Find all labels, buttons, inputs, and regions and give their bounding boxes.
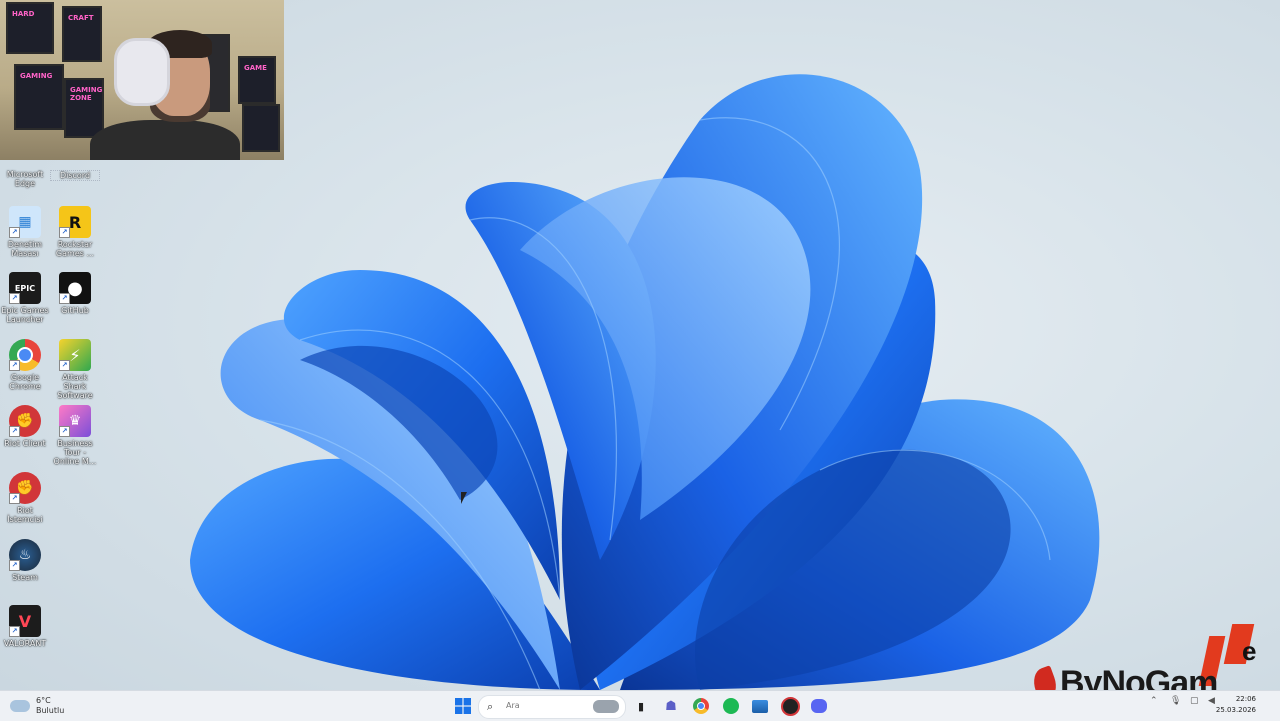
chrome-icon: ↗ — [9, 339, 41, 371]
search-icon: ⌕ — [487, 700, 494, 713]
clock-date: 25.03.2026 — [1215, 706, 1256, 714]
desktop-icon-label: Microsoft Edge — [6, 170, 44, 188]
taskbar-search[interactable]: ⌕ Ara — [478, 695, 626, 719]
network-icon[interactable]: ▢ — [1190, 696, 1199, 706]
riot-client-icon: ✊ ↗ — [9, 472, 41, 504]
webcam-overlay: HARD GAMING CRAFT GAMING ZONE GAME — [0, 0, 284, 160]
weather-widget[interactable]: 6°C Bulutlu — [10, 694, 64, 718]
desktop-icon-steam[interactable]: ♨ ↗ Steam — [0, 539, 50, 582]
poster-text: GAME — [244, 64, 267, 72]
desktop-icon-label: Riot İstemcisi — [7, 506, 43, 524]
shortcut-arrow-icon: ↗ — [9, 293, 20, 304]
epic-games-icon: EPIC ↗ — [9, 272, 41, 304]
poster — [242, 104, 280, 152]
poster-text: CRAFT — [68, 14, 94, 22]
attack-shark-icon: ⚡ ↗ — [59, 339, 91, 371]
windows-icon — [455, 698, 471, 714]
desktop-icon-discord[interactable]: Discord — [50, 150, 100, 181]
desktop-icon-label: Rockstar Games ... — [55, 240, 95, 258]
shortcut-arrow-icon: ↗ — [9, 426, 20, 437]
clock-time: 22:06 — [1235, 695, 1256, 703]
shortcut-arrow-icon: ↗ — [9, 626, 20, 637]
shortcut-arrow-icon: ↗ — [9, 360, 20, 371]
desktop-icon-business-tour[interactable]: ♛ ↗ Business Tour - Online M... — [50, 405, 100, 466]
volume-icon[interactable]: ◀ — [1208, 696, 1215, 706]
desktop-icon-attack-shark[interactable]: ⚡ ↗ Attack Shark Software — [50, 339, 100, 400]
control-panel-icon: ▦ ↗ — [9, 206, 41, 238]
poster: GAMING ZONE — [64, 78, 104, 138]
steam-icon: ♨ ↗ — [9, 539, 41, 571]
shortcut-arrow-icon: ↗ — [59, 227, 70, 238]
desktop-icon-google-chrome[interactable]: ↗ Google Chrome — [0, 339, 50, 391]
desktop-icon-microsoft-edge[interactable]: Microsoft Edge — [0, 150, 50, 188]
desktop-icon-label: Denetim Masası — [7, 240, 43, 258]
mouse-cursor — [461, 492, 467, 504]
desktop-icon-riot-client[interactable]: ✊ ↗ Riot Client — [0, 405, 50, 448]
desktop-icon-riot-istemcisi[interactable]: ✊ ↗ Riot İstemcisi — [0, 472, 50, 524]
desktop-icon-label: Riot Client — [4, 439, 46, 448]
search-placeholder: Ara — [506, 701, 520, 710]
weather-temperature: 6°C — [36, 696, 51, 705]
desktop-icon-epic-games[interactable]: EPIC ↗ Epic Games Launcher — [0, 272, 50, 324]
discord-taskbar-icon[interactable] — [809, 696, 829, 716]
task-view-button[interactable]: ▮ — [631, 696, 651, 716]
poster: GAMING — [14, 64, 64, 130]
teams-taskbar-icon[interactable]: ☗ — [661, 696, 681, 716]
cloud-icon — [10, 700, 30, 712]
tray-overflow-chevron-icon[interactable]: ⌃ — [1150, 696, 1158, 706]
poster: HARD — [6, 2, 54, 54]
riot-client-icon: ✊ ↗ — [9, 405, 41, 437]
shortcut-arrow-icon: ↗ — [59, 360, 70, 371]
shortcut-arrow-icon: ↗ — [9, 493, 20, 504]
weather-description: Bulutlu — [36, 706, 65, 715]
photos-taskbar-icon[interactable] — [750, 696, 770, 716]
desktop-icon-label: Business Tour - Online M... — [53, 439, 97, 466]
desktop-icon-label: Discord — [50, 170, 100, 181]
desktop-icon-label: VALORANT — [3, 639, 47, 648]
discord-icon — [59, 150, 91, 168]
desktop-icon-github[interactable]: ● ↗ GitHub — [50, 272, 100, 315]
microphone-icon[interactable]: 🎙 — [1170, 696, 1181, 706]
desktop-icon-label: Attack Shark Software — [57, 373, 93, 400]
poster-text: HARD — [12, 10, 35, 18]
desktop-icon-label: Google Chrome — [9, 373, 41, 391]
poster-text: GAMING ZONE — [70, 86, 103, 102]
desktop-icon-label: Epic Games Launcher — [1, 306, 49, 324]
desktop-icon-control-panel[interactable]: ▦ ↗ Denetim Masası — [0, 206, 50, 258]
chrome-taskbar-icon[interactable] — [691, 696, 711, 716]
watermark-suffix: e — [1242, 636, 1257, 666]
taskbar: 6°C Bulutlu ⌕ Ara ▮ ☗ ⌃ 🎙 ▢ ◀ 22:06 25.0… — [0, 690, 1280, 721]
desktop-icon-rockstar[interactable]: R ↗ Rockstar Games ... — [50, 206, 100, 258]
shortcut-arrow-icon: ↗ — [59, 426, 70, 437]
edge-icon — [9, 150, 41, 168]
desktop-icon-valorant[interactable]: V ↗ VALORANT — [0, 605, 50, 648]
start-button[interactable] — [453, 696, 473, 716]
business-tour-icon: ♛ ↗ — [59, 405, 91, 437]
spotify-taskbar-icon[interactable] — [721, 696, 741, 716]
shortcut-arrow-icon: ↗ — [59, 293, 70, 304]
shortcut-arrow-icon: ↗ — [9, 227, 20, 238]
system-clock[interactable]: 22:06 25.03.2026 — [1216, 694, 1256, 716]
github-icon: ● ↗ — [59, 272, 91, 304]
poster: CRAFT — [62, 6, 102, 62]
person-torso — [90, 120, 240, 160]
desktop-icon-label: Steam — [12, 573, 38, 582]
search-highlight-icon — [593, 700, 619, 713]
app-taskbar-icon[interactable] — [780, 696, 800, 716]
desktop-icon-label: GitHub — [61, 306, 89, 315]
rockstar-icon: R ↗ — [59, 206, 91, 238]
poster: GAME — [238, 56, 276, 104]
poster-text: GAMING — [20, 72, 53, 80]
headset — [114, 38, 170, 106]
shortcut-arrow-icon: ↗ — [9, 560, 20, 571]
valorant-icon: V ↗ — [9, 605, 41, 637]
